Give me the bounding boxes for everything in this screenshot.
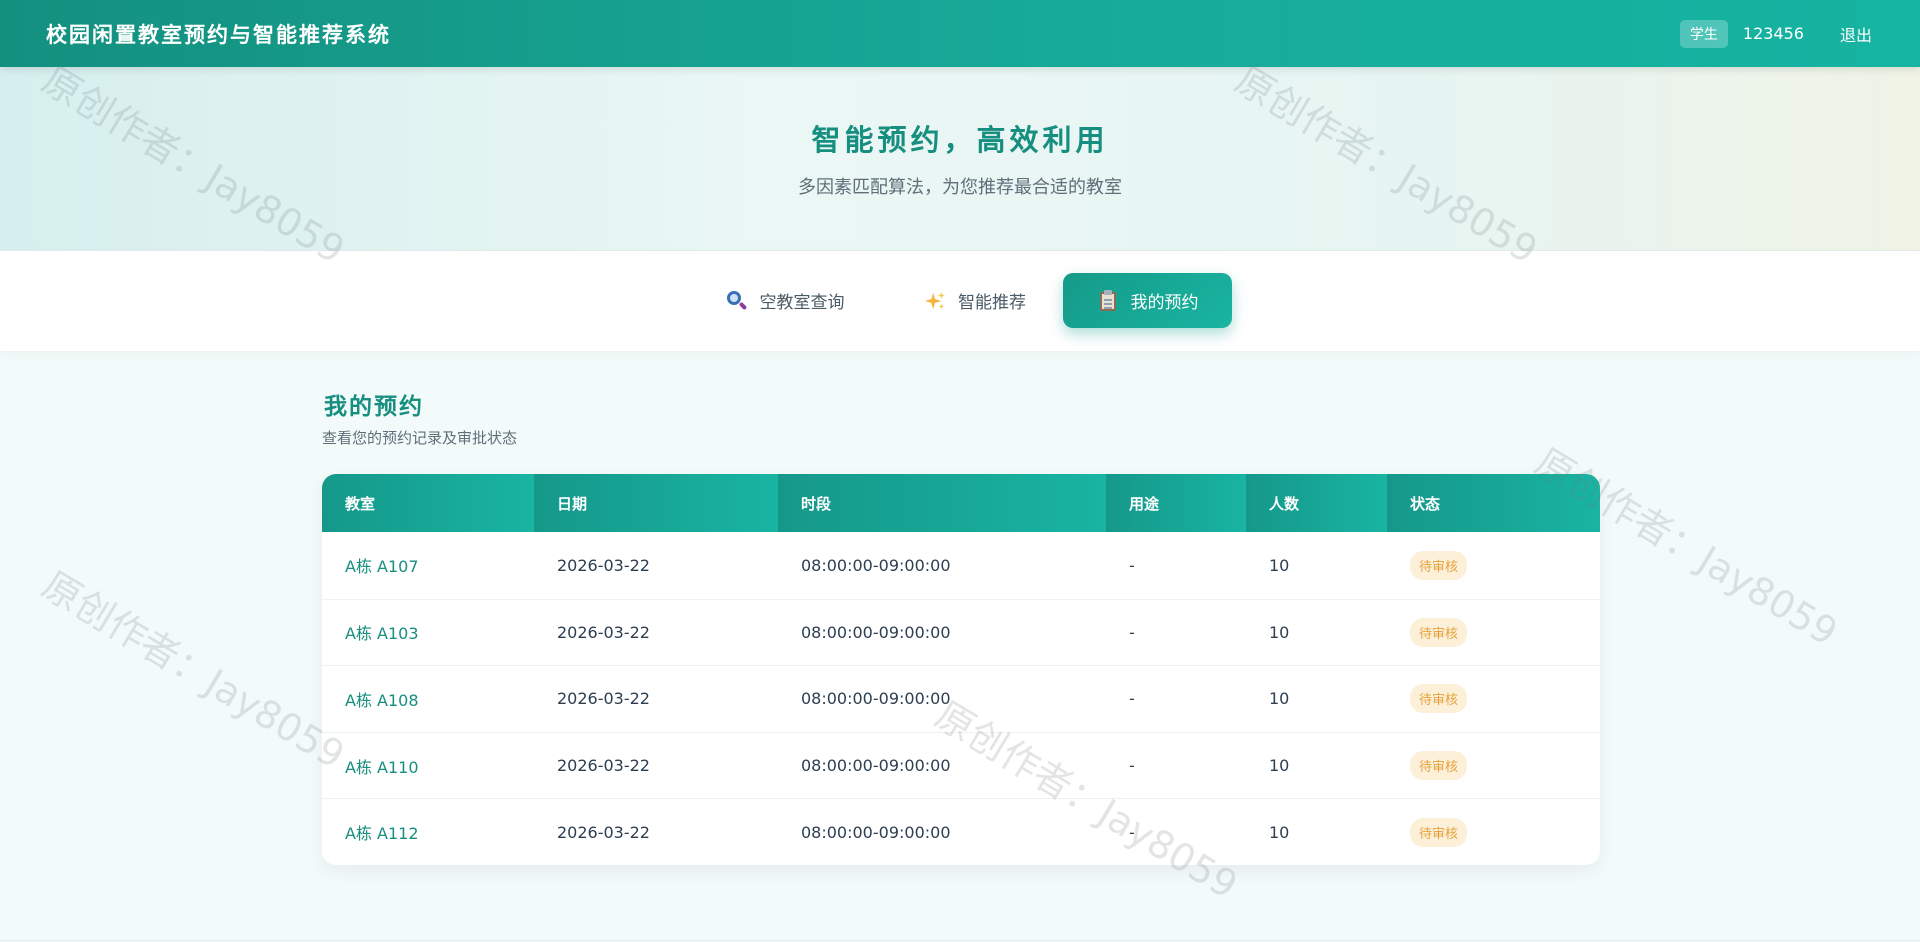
footer-divider [0, 940, 1920, 941]
role-badge: 学生 [1679, 19, 1728, 48]
column-header-status: 状态 [1387, 474, 1600, 532]
tab-bar: 空教室查询 智能推荐 我的预约 [0, 251, 1920, 351]
column-header-room: 教室 [322, 474, 534, 532]
watermark: 原创作者：Jay8059 [34, 562, 352, 778]
hero-title: 智能预约，高效利用 [811, 123, 1109, 157]
sparkles-icon [924, 290, 946, 312]
column-header-time: 时段 [778, 474, 1106, 532]
table-header: 教室 日期 时段 用途 人数 状态 [322, 474, 1600, 532]
cell-room: A栋 A110 [345, 757, 419, 777]
cell-time: 08:00:00-09:00:00 [801, 822, 951, 842]
cell-count: 10 [1269, 622, 1290, 642]
cell-purpose: - [1129, 822, 1135, 842]
cell-time: 08:00:00-09:00:00 [801, 689, 951, 709]
table-row: A栋 A108 2026-03-22 08:00:00-09:00:00 - 1… [322, 665, 1600, 732]
cell-status: 待审核 [1387, 799, 1600, 865]
cell-room: A栋 A107 [345, 557, 419, 577]
cell-time: 08:00:00-09:00:00 [801, 756, 951, 776]
tab-label: 空教室查询 [759, 293, 845, 313]
table-row: A栋 A107 2026-03-22 08:00:00-09:00:00 - 1… [322, 532, 1600, 599]
page: 校园闲置教室预约与智能推荐系统 学生 123456 退出 智能预约，高效利用 多… [0, 0, 1920, 942]
section-title: 我的预约 [324, 393, 424, 420]
cell-count: 10 [1269, 756, 1290, 776]
cell-purpose: - [1129, 555, 1135, 575]
cell-date: 2026-03-22 [557, 555, 650, 575]
cell-count: 10 [1269, 822, 1290, 842]
cell-time: 08:00:00-09:00:00 [801, 555, 951, 575]
status-badge: 待审核 [1410, 817, 1468, 847]
cell-purpose: - [1129, 756, 1135, 776]
cell-status: 待审核 [1387, 600, 1600, 666]
cell-status: 待审核 [1387, 666, 1600, 732]
table-body: A栋 A107 2026-03-22 08:00:00-09:00:00 - 1… [322, 532, 1600, 865]
tab-my-reservations[interactable]: 我的预约 [1063, 273, 1232, 328]
cell-count: 10 [1269, 555, 1290, 575]
hero-subtitle: 多因素匹配算法，为您推荐最合适的教室 [798, 177, 1122, 198]
cell-room: A栋 A108 [345, 690, 419, 710]
app-title: 校园闲置教室预约与智能推荐系统 [46, 21, 391, 47]
column-header-date: 日期 [534, 474, 778, 532]
hero-banner: 智能预约，高效利用 多因素匹配算法，为您推荐最合适的教室 [0, 67, 1920, 251]
column-header-purpose: 用途 [1106, 474, 1246, 532]
column-header-count: 人数 [1246, 474, 1387, 532]
user-id: 123456 [1742, 24, 1804, 43]
cell-date: 2026-03-22 [557, 822, 650, 842]
cell-room: A栋 A112 [345, 824, 419, 844]
status-badge: 待审核 [1410, 617, 1468, 647]
cell-purpose: - [1129, 689, 1135, 709]
tab-smart-recommend[interactable]: 智能推荐 [910, 273, 1040, 328]
cell-room: A栋 A103 [345, 624, 419, 644]
top-navbar: 校园闲置教室预约与智能推荐系统 学生 123456 退出 [0, 0, 1920, 67]
status-badge: 待审核 [1410, 751, 1468, 781]
table-row: A栋 A110 2026-03-22 08:00:00-09:00:00 - 1… [322, 731, 1600, 799]
cell-date: 2026-03-22 [557, 756, 650, 776]
cell-time: 08:00:00-09:00:00 [801, 622, 951, 642]
cell-status: 待审核 [1387, 733, 1600, 799]
tab-label: 我的预约 [1130, 293, 1199, 313]
tab-label: 智能推荐 [958, 293, 1026, 313]
table-row: A栋 A103 2026-03-22 08:00:00-09:00:00 - 1… [322, 598, 1600, 666]
clipboard-icon [1097, 289, 1119, 312]
table-row: A栋 A112 2026-03-22 08:00:00-09:00:00 - 1… [322, 798, 1600, 865]
status-badge: 待审核 [1410, 550, 1468, 580]
status-badge: 待审核 [1410, 684, 1468, 714]
cell-date: 2026-03-22 [557, 622, 650, 642]
cell-date: 2026-03-22 [557, 689, 650, 709]
tab-empty-classroom-search[interactable]: 空教室查询 [715, 273, 855, 328]
cell-purpose: - [1129, 622, 1135, 642]
cell-count: 10 [1269, 689, 1290, 709]
user-area: 学生 123456 退出 [1679, 19, 1872, 48]
logout-button[interactable]: 退出 [1840, 22, 1872, 46]
cell-status: 待审核 [1387, 532, 1600, 599]
section-subtitle: 查看您的预约记录及审批状态 [322, 429, 518, 447]
reservations-table: 教室 日期 时段 用途 人数 状态 A栋 A107 2026-03-22 08:… [322, 474, 1600, 865]
search-icon [726, 290, 748, 312]
